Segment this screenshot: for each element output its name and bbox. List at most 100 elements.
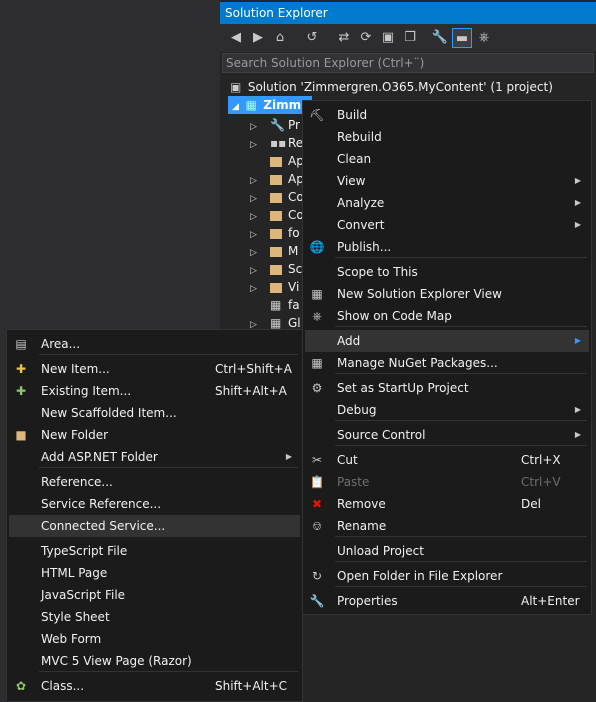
add-menu-item-existing-item[interactable]: ✚ Existing Item... Shift+Alt+A xyxy=(9,380,300,402)
menu-item-manage-nuget-packages[interactable]: ▦ Manage NuGet Packages... xyxy=(305,352,589,374)
add-menu-item-new-folder[interactable]: ■ New Folder xyxy=(9,424,300,446)
menu-item-label: Properties xyxy=(337,594,398,608)
search-input[interactable]: Search Solution Explorer (Ctrl+¨) xyxy=(222,53,594,73)
tree-item[interactable]: Ap xyxy=(250,152,304,170)
back-icon[interactable]: ◀ xyxy=(226,28,246,48)
add-menu-item-new-scaffolded-item[interactable]: New Scaffolded Item... xyxy=(9,402,300,424)
menu-item-build[interactable]: ⛏ Build xyxy=(305,104,589,126)
tree-item[interactable]: ▷ Co xyxy=(250,206,304,224)
add-menu-item-add-asp-net-folder[interactable]: Add ASP.NET Folder ▶ xyxy=(9,446,300,468)
folder-icon xyxy=(270,246,282,257)
menu-item-label: View xyxy=(337,174,366,188)
menu-item-label: Paste xyxy=(337,475,370,489)
folder-icon xyxy=(270,156,282,167)
menu-item-remove[interactable]: ✖ Remove Del xyxy=(305,493,589,515)
add-menu-item-connected-service[interactable]: Connected Service... xyxy=(9,515,300,537)
tree-item[interactable]: ▦ fa xyxy=(250,296,300,314)
folder-icon xyxy=(270,264,282,275)
menu-item-shortcut: Ctrl+X xyxy=(521,453,561,467)
project-label: Zimm xyxy=(263,98,302,112)
add-menu-item-new-item[interactable]: ✚ New Item... Ctrl+Shift+A xyxy=(9,358,300,380)
tree-item[interactable]: ▷ M xyxy=(250,242,298,260)
gear-icon: ⚙ xyxy=(311,381,323,395)
folder-icon xyxy=(270,192,282,203)
menu-item-shortcut: Alt+Enter xyxy=(521,594,580,608)
add-menu-item-service-reference[interactable]: Service Reference... xyxy=(9,493,300,515)
menu-item-analyze[interactable]: Analyze ▶ xyxy=(305,192,589,214)
add-menu-item-web-form[interactable]: Web Form xyxy=(9,628,300,650)
menu-item-add[interactable]: Add ▶ xyxy=(305,330,589,352)
rename-icon: ⎊ xyxy=(312,519,322,533)
solution-node[interactable]: ▣ Solution 'Zimmergren.O365.MyContent' (… xyxy=(230,78,553,96)
refresh-icon[interactable]: ⟳ xyxy=(356,28,376,48)
menu-item-show-on-code-map[interactable]: ⎈ Show on Code Map xyxy=(305,305,589,327)
menu-item-label: Add ASP.NET Folder xyxy=(41,450,158,464)
menu-item-publish[interactable]: 🌐 Publish... xyxy=(305,236,589,258)
area-icon: ▤ xyxy=(15,337,27,351)
menu-item-rebuild[interactable]: Rebuild xyxy=(305,126,589,148)
submenu-arrow-icon: ▶ xyxy=(574,198,581,207)
tree-item[interactable]: ▷ Sc xyxy=(250,260,302,278)
scissors-icon: ✂ xyxy=(311,453,323,467)
tree-item[interactable]: ▷ Vi xyxy=(250,278,299,296)
menu-item-scope-to-this[interactable]: Scope to This xyxy=(305,261,589,283)
add-menu-item-area[interactable]: ▤ Area... xyxy=(9,333,300,355)
show-all-files-icon[interactable]: ❐ xyxy=(400,28,420,48)
folder-icon xyxy=(270,174,282,185)
menu-item-unload-project[interactable]: Unload Project xyxy=(305,540,589,562)
tree-item[interactable]: ▷ 🔧 Pr xyxy=(250,116,300,134)
menu-item-paste[interactable]: 📋 Paste Ctrl+V xyxy=(305,471,589,493)
existing-item-icon: ✚ xyxy=(15,384,27,398)
add-submenu: ▤ Area... ✚ New Item... Ctrl+Shift+A ✚ Existin… xyxy=(6,329,303,702)
menu-item-rename[interactable]: ⎊ Rename xyxy=(305,515,589,537)
home-icon[interactable]: ⌂ xyxy=(270,28,290,48)
menu-item-cut[interactable]: ✂ Cut Ctrl+X xyxy=(305,449,589,471)
tree-item[interactable]: ▷ ▪▪ Re xyxy=(250,134,303,152)
tree-item-label: fo xyxy=(288,226,300,240)
submenu-arrow-icon: ▶ xyxy=(574,430,581,439)
menu-item-new-solution-explorer-view[interactable]: ▦ New Solution Explorer View xyxy=(305,283,589,305)
menu-item-debug[interactable]: Debug ▶ xyxy=(305,399,589,421)
project-node[interactable]: ◢ ▦ Zimm xyxy=(228,96,312,114)
collapse-all-icon[interactable]: ▣ xyxy=(378,28,398,48)
file-icon: ▦ xyxy=(270,298,282,312)
folder-icon xyxy=(270,228,282,239)
publish-icon: 🌐 xyxy=(309,240,325,254)
wrench-icon: 🔧 xyxy=(270,118,285,132)
solution-icon: ▣ xyxy=(230,80,242,94)
tree-item[interactable]: ▷ fo xyxy=(250,224,300,242)
tree-item[interactable]: ▷ Ap xyxy=(250,170,304,188)
menu-item-shortcut: Ctrl+V xyxy=(521,475,561,489)
menu-item-label: New Folder xyxy=(41,428,109,442)
add-menu-item-style-sheet[interactable]: Style Sheet xyxy=(9,606,300,628)
menu-item-source-control[interactable]: Source Control ▶ xyxy=(305,424,589,446)
submenu-arrow-icon: ▶ xyxy=(574,336,581,345)
add-menu-item-class[interactable]: ✿ Class... Shift+Alt+C xyxy=(9,675,300,697)
menu-item-clean[interactable]: Clean xyxy=(305,148,589,170)
add-menu-item-html-page[interactable]: HTML Page xyxy=(9,562,300,584)
tree-item-label: Sc xyxy=(288,262,303,276)
properties-icon[interactable]: 🔧 xyxy=(430,28,450,48)
menu-item-label: TypeScript File xyxy=(41,544,128,558)
menu-item-convert[interactable]: Convert ▶ xyxy=(305,214,589,236)
menu-item-view[interactable]: View ▶ xyxy=(305,170,589,192)
add-menu-item-reference[interactable]: Reference... xyxy=(9,471,300,493)
tree-item-label: M xyxy=(288,244,299,258)
code-map-icon[interactable]: ⎈ xyxy=(474,28,494,48)
menu-item-label: Existing Item... xyxy=(41,384,132,398)
menu-item-set-as-startup-project[interactable]: ⚙ Set as StartUp Project xyxy=(305,377,589,399)
menu-item-properties[interactable]: 🔧 Properties Alt+Enter xyxy=(305,590,589,612)
pending-changes-filter-icon[interactable]: ↺ xyxy=(302,28,322,48)
tree-item[interactable]: ▷ Co xyxy=(250,188,304,206)
add-menu-item-mvc-5-view-page-razor[interactable]: MVC 5 View Page (Razor) xyxy=(9,650,300,672)
menu-item-label: Convert xyxy=(337,218,385,232)
folder-icon xyxy=(270,282,282,293)
menu-item-open-folder-in-file-explorer[interactable]: ↻ Open Folder in File Explorer xyxy=(305,565,589,587)
forward-icon[interactable]: ▶ xyxy=(248,28,268,48)
add-menu-item-javascript-file[interactable]: JavaScript File xyxy=(9,584,300,606)
preview-selected-icon[interactable]: ▬ xyxy=(452,28,472,48)
sync-icon[interactable]: ⇄ xyxy=(334,28,354,48)
tree-item-label: fa xyxy=(288,298,300,312)
menu-item-shortcut: Shift+Alt+C xyxy=(215,679,288,693)
add-menu-item-typescript-file[interactable]: TypeScript File xyxy=(9,540,300,562)
